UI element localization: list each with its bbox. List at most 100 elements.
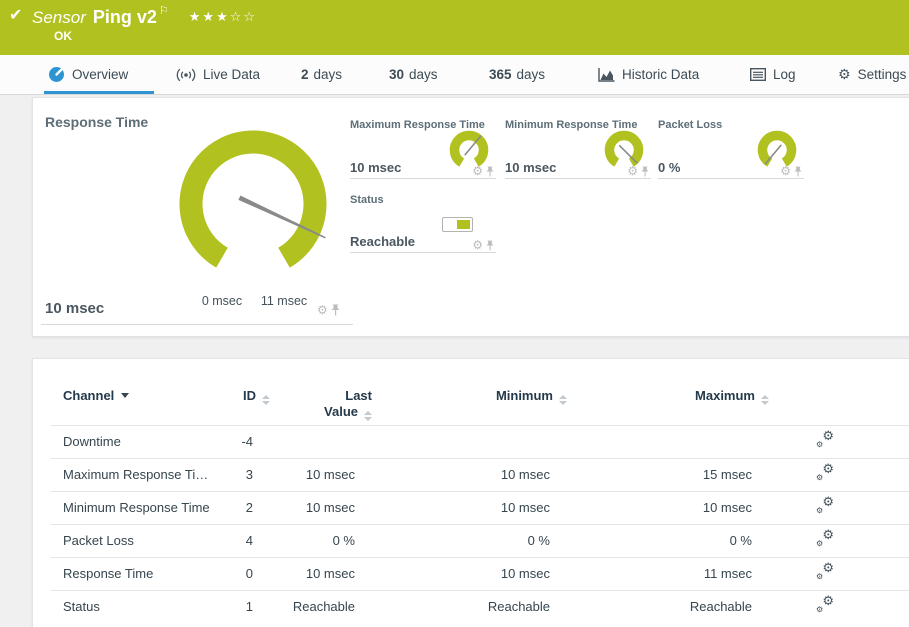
gauge-settings-gear-icon[interactable]: ⚙ xyxy=(472,165,483,177)
tab-365-days[interactable]: 365days xyxy=(489,55,545,94)
channel-settings-icon[interactable]: ⚙⚙ xyxy=(816,598,834,613)
log-list-icon xyxy=(750,68,766,81)
channel-name: Response Time xyxy=(51,557,223,590)
gauge-settings-gear-icon[interactable]: ⚙ xyxy=(627,165,638,177)
channel-minimum xyxy=(372,425,567,458)
channel-last-value xyxy=(270,425,372,458)
tab-label: Log xyxy=(773,67,796,82)
gauge-settings-gear-icon[interactable]: ⚙ xyxy=(780,165,791,177)
column-label: ID xyxy=(243,388,256,403)
packet-loss-gauge-block: Packet Loss 0 % ⚙ xyxy=(658,119,804,179)
channel-id: 2 xyxy=(223,491,270,524)
gauge-settings-gear-icon[interactable]: ⚙ xyxy=(472,239,483,251)
tab-overview[interactable]: Overview xyxy=(48,55,128,94)
pin-icon[interactable] xyxy=(486,166,494,177)
sort-icon xyxy=(559,395,567,405)
channel-id: 3 xyxy=(223,458,270,491)
column-header-id[interactable]: ID xyxy=(223,379,270,425)
channel-last-value: Reachable xyxy=(270,590,372,623)
channel-settings-icon[interactable]: ⚙⚙ xyxy=(816,466,834,481)
channel-settings-icon[interactable]: ⚙⚙ xyxy=(816,532,834,547)
column-header-minimum[interactable]: Minimum xyxy=(372,379,567,425)
channel-minimum: 0 % xyxy=(372,524,567,557)
channel-maximum: Reachable xyxy=(567,590,769,623)
table-row: Response Time 0 10 msec 10 msec 11 msec … xyxy=(51,557,909,590)
table-header-row: Channel ID Last Value Minimum Maximum xyxy=(51,379,909,425)
column-header-last-value[interactable]: Last Value xyxy=(270,379,372,425)
gauges-panel: Response Time 0 msec 11 msec 10 msec ⚙ M… xyxy=(32,97,909,337)
gauge-icon xyxy=(48,66,65,83)
live-broadcast-icon xyxy=(176,68,196,82)
sort-desc-icon xyxy=(121,393,129,398)
sensor-status-text: OK xyxy=(54,29,72,43)
sensor-kind-label: Sensor xyxy=(32,8,86,27)
pin-icon[interactable] xyxy=(794,166,802,177)
table-row: Maximum Response Ti… 3 10 msec 10 msec 1… xyxy=(51,458,909,491)
gauge-title: Status xyxy=(350,194,496,206)
pin-icon[interactable] xyxy=(331,304,340,316)
chart-icon xyxy=(598,68,615,82)
tab-30-days[interactable]: 30days xyxy=(389,55,438,94)
channel-last-value: 0 % xyxy=(270,524,372,557)
channel-name: Status xyxy=(51,590,223,623)
channel-name: Downtime xyxy=(51,425,223,458)
status-toggle-indicator xyxy=(442,217,473,232)
channels-table: Channel ID Last Value Minimum Maximum xyxy=(51,379,909,623)
tab-label: days xyxy=(314,67,343,82)
table-row: Status 1 Reachable Reachable Reachable ⚙… xyxy=(51,590,909,623)
sensor-title: Ping v2 xyxy=(93,7,157,27)
gauge-title: Response Time xyxy=(45,114,148,130)
sort-icon xyxy=(364,411,372,421)
channel-name: Maximum Response Ti… xyxy=(51,458,223,491)
table-row: Downtime -4 ⚙⚙ xyxy=(51,425,909,458)
sort-icon xyxy=(761,395,769,405)
min-response-time-gauge-block: Minimum Response Time 10 msec ⚙ xyxy=(505,119,651,179)
active-tab-underline xyxy=(44,91,154,94)
column-header-maximum[interactable]: Maximum xyxy=(567,379,769,425)
channel-minimum: 10 msec xyxy=(372,458,567,491)
tab-live-data[interactable]: Live Data xyxy=(176,55,260,94)
channel-maximum: 11 msec xyxy=(567,557,769,590)
column-label: Value xyxy=(324,404,358,419)
channel-name: Packet Loss xyxy=(51,524,223,557)
favorite-flag-icon[interactable]: ⚐ xyxy=(159,5,169,17)
tab-label: Settings xyxy=(858,67,907,82)
priority-stars[interactable]: ★★★☆☆ xyxy=(189,9,257,24)
table-row: Packet Loss 4 0 % 0 % 0 % ⚙⚙ xyxy=(51,524,909,557)
channel-id: 0 xyxy=(223,557,270,590)
sensor-title-line: Sensor Ping v2⚐ ★★★☆☆ xyxy=(32,4,257,28)
channel-maximum: 15 msec xyxy=(567,458,769,491)
gauge-value: 0 % xyxy=(658,160,680,175)
tab-log[interactable]: Log xyxy=(750,55,796,94)
tab-settings[interactable]: ⚙ Settings xyxy=(838,55,906,94)
pin-icon[interactable] xyxy=(486,240,494,251)
tab-label: Historic Data xyxy=(622,67,699,82)
tab-bar: Overview Live Data 2days 30days 365days xyxy=(0,55,909,95)
channel-maximum: 10 msec xyxy=(567,491,769,524)
gauge-value: Reachable xyxy=(350,234,415,249)
tab-number: 30 xyxy=(389,67,404,82)
channel-minimum: 10 msec xyxy=(372,491,567,524)
channel-settings-icon[interactable]: ⚙⚙ xyxy=(816,565,834,580)
gear-icon: ⚙ xyxy=(838,67,851,83)
table-row: Minimum Response Time 2 10 msec 10 msec … xyxy=(51,491,909,524)
tab-label: Live Data xyxy=(203,67,260,82)
channel-id: -4 xyxy=(223,425,270,458)
divider xyxy=(41,324,353,325)
status-toggle-on-segment xyxy=(457,220,470,229)
tab-historic-data[interactable]: Historic Data xyxy=(598,55,699,94)
max-response-time-gauge-block: Maximum Response Time 10 msec ⚙ xyxy=(350,119,496,179)
sensor-header: ✔ SensorPing v2⚐★★★☆☆ OK xyxy=(0,0,909,55)
column-header-channel[interactable]: Channel xyxy=(51,379,223,425)
prtg-sensor-window: ✔ SensorPing v2⚐★★★☆☆ OK Overview xyxy=(0,0,909,627)
channel-settings-icon[interactable]: ⚙⚙ xyxy=(816,433,834,448)
gauge-value: 10 msec xyxy=(45,300,104,317)
channel-minimum: Reachable xyxy=(372,590,567,623)
pin-icon[interactable] xyxy=(641,166,649,177)
tab-2-days[interactable]: 2days xyxy=(301,55,342,94)
column-label: Channel xyxy=(63,388,114,403)
channel-id: 1 xyxy=(223,590,270,623)
status-channel-block: Status Reachable ⚙ xyxy=(350,194,496,253)
gauge-settings-gear-icon[interactable]: ⚙ xyxy=(317,304,328,316)
channel-settings-icon[interactable]: ⚙⚙ xyxy=(816,499,834,514)
